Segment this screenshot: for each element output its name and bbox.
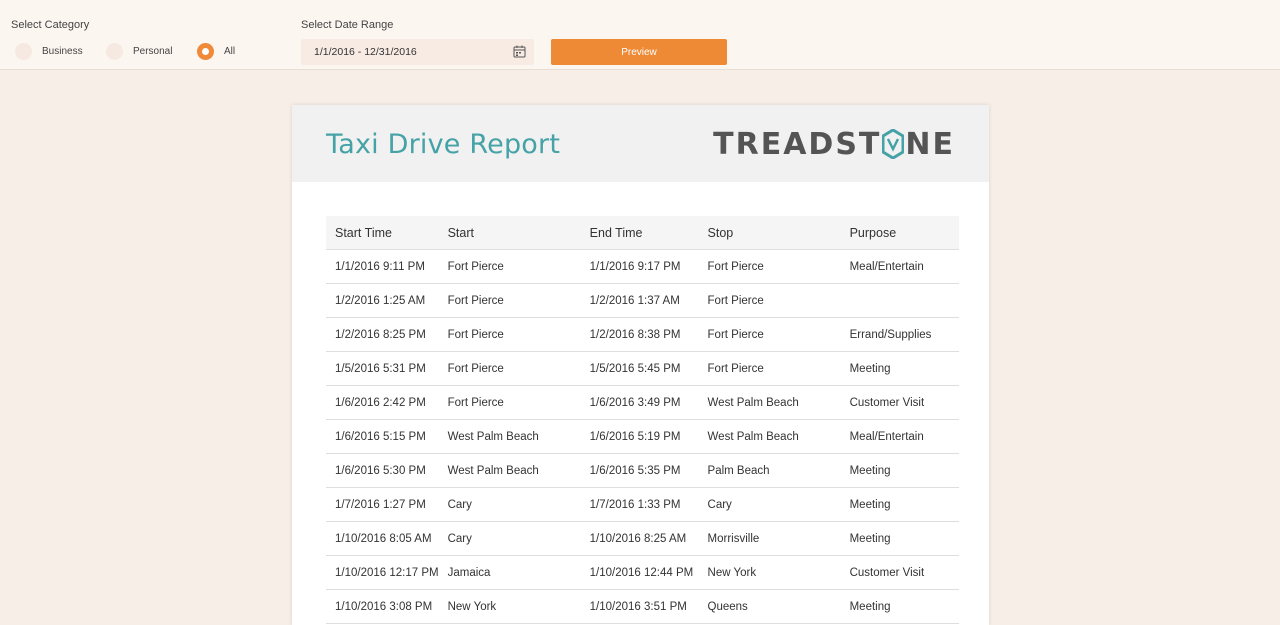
table-cell: 1/6/2016 5:19 PM xyxy=(580,419,699,454)
column-header: Purpose xyxy=(840,216,959,250)
preview-button[interactable]: Preview xyxy=(551,39,727,65)
calendar-icon[interactable] xyxy=(513,45,526,58)
table-cell: Meeting xyxy=(840,487,959,522)
table-body: 1/1/2016 9:11 PM Fort Pierce 1/1/2016 9:17… xyxy=(326,249,959,624)
table-cell: Meal/Entertain xyxy=(840,249,959,284)
table-cell: 1/6/2016 5:30 PM xyxy=(326,453,439,488)
table-cell: 1/2/2016 8:25 PM xyxy=(326,317,439,352)
table-cell: Palm Beach xyxy=(698,453,841,488)
table-cell: Fort Pierce xyxy=(698,351,841,386)
column-header: Start xyxy=(438,216,581,250)
table-cell: Customer Visit xyxy=(840,555,959,590)
table-cell: Fort Pierce xyxy=(698,283,841,318)
table-cell: Fort Pierce xyxy=(698,249,841,284)
table-cell xyxy=(840,283,959,318)
filter-toolbar: Select Category Business Personal All Se… xyxy=(0,0,1280,70)
date-range-input[interactable]: 1/1/2016 - 12/31/2016 xyxy=(301,39,534,65)
table-cell: 1/10/2016 8:05 AM xyxy=(326,521,439,556)
table-cell: Errand/Supplies xyxy=(840,317,959,352)
table-cell: Meeting xyxy=(840,589,959,624)
table-cell: New York xyxy=(438,589,581,624)
table-cell: Cary xyxy=(698,487,841,522)
table-cell: Fort Pierce xyxy=(698,317,841,352)
table-cell: Customer Visit xyxy=(840,385,959,420)
trip-table: Start Time Start End Time Stop Purpose 1… xyxy=(326,216,959,624)
table-row: 1/10/2016 12:17 PM Jamaica 1/10/2016 12:44… xyxy=(326,555,959,590)
table-cell: Morrisville xyxy=(698,521,841,556)
table-cell: 1/5/2016 5:45 PM xyxy=(580,351,699,386)
radio-business-label: Business xyxy=(42,46,83,57)
table-row: 1/6/2016 5:30 PM West Palm Beach 1/6/2016 … xyxy=(326,453,959,488)
table-cell: 1/10/2016 3:51 PM xyxy=(580,589,699,624)
table-cell: 1/6/2016 3:49 PM xyxy=(580,385,699,420)
table-cell: Jamaica xyxy=(438,555,581,590)
table-cell: West Palm Beach xyxy=(438,419,581,454)
radio-circle-icon[interactable] xyxy=(106,43,123,60)
table-row: 1/6/2016 2:42 PM Fort Pierce 1/6/2016 3:49… xyxy=(326,385,959,420)
radio-all-label: All xyxy=(224,46,236,57)
radio-all[interactable]: All xyxy=(197,43,235,60)
table-row: 1/6/2016 5:15 PM West Palm Beach 1/6/2016 … xyxy=(326,419,959,454)
table-row: 1/5/2016 5:31 PM Fort Pierce 1/5/2016 5:45… xyxy=(326,351,959,386)
table-cell: West Palm Beach xyxy=(698,419,841,454)
table-row: 1/10/2016 8:05 AM Cary 1/10/2016 8:25 AM Mo… xyxy=(326,521,959,556)
column-header: Start Time xyxy=(326,216,439,250)
table-cell: 1/2/2016 8:38 PM xyxy=(580,317,699,352)
table-cell: Meal/Entertain xyxy=(840,419,959,454)
table-cell: 1/2/2016 1:25 AM xyxy=(326,283,439,318)
logo-shield-icon xyxy=(882,129,905,159)
logo-text-right: NE xyxy=(905,126,955,162)
table-row: 1/7/2016 1:27 PM Cary 1/7/2016 1:33 PM Cary… xyxy=(326,487,959,522)
table-cell: Cary xyxy=(438,521,581,556)
table-cell: Fort Pierce xyxy=(438,385,581,420)
radio-circle-icon[interactable] xyxy=(15,43,32,60)
table-cell: 1/5/2016 5:31 PM xyxy=(326,351,439,386)
report-page: Taxi Drive Report TREADST NE Start Time … xyxy=(292,105,989,625)
table-row: 1/10/2016 3:08 PM New York 1/10/2016 3:51 … xyxy=(326,589,959,624)
radio-personal-label: Personal xyxy=(133,46,173,57)
table-cell: 1/6/2016 2:42 PM xyxy=(326,385,439,420)
date-range-label: Select Date Range xyxy=(301,19,394,31)
logo-text-left: TREADST xyxy=(713,126,882,162)
report-title: Taxi Drive Report xyxy=(326,129,561,160)
table-cell: 1/2/2016 1:37 AM xyxy=(580,283,699,318)
column-header: Stop xyxy=(698,216,841,250)
table-header-row: Start Time Start End Time Stop Purpose xyxy=(326,216,959,250)
table-cell: Fort Pierce xyxy=(438,283,581,318)
category-label: Select Category xyxy=(11,19,90,31)
table-cell: 1/10/2016 8:25 AM xyxy=(580,521,699,556)
radio-personal[interactable]: Personal xyxy=(106,43,172,60)
table-cell: West Palm Beach xyxy=(438,453,581,488)
date-range-value: 1/1/2016 - 12/31/2016 xyxy=(314,46,417,58)
table-cell: 1/10/2016 12:44 PM xyxy=(580,555,699,590)
radio-business[interactable]: Business xyxy=(15,43,83,60)
table-row: 1/2/2016 1:25 AM Fort Pierce 1/2/2016 1:37… xyxy=(326,283,959,318)
table-cell: West Palm Beach xyxy=(698,385,841,420)
table-cell: Fort Pierce xyxy=(438,351,581,386)
table-cell: Fort Pierce xyxy=(438,249,581,284)
report-header: Taxi Drive Report TREADST NE xyxy=(292,105,989,182)
table-cell: Cary xyxy=(438,487,581,522)
table-cell: 1/7/2016 1:33 PM xyxy=(580,487,699,522)
table-cell: 1/6/2016 5:15 PM xyxy=(326,419,439,454)
table-cell: Meeting xyxy=(840,351,959,386)
table-cell: New York xyxy=(698,555,841,590)
table-cell: 1/7/2016 1:27 PM xyxy=(326,487,439,522)
table-cell: Meeting xyxy=(840,453,959,488)
table-cell: Queens xyxy=(698,589,841,624)
table-cell: 1/10/2016 3:08 PM xyxy=(326,589,439,624)
column-header: End Time xyxy=(580,216,699,250)
table-cell: 1/1/2016 9:17 PM xyxy=(580,249,699,284)
table-cell: Fort Pierce xyxy=(438,317,581,352)
table-cell: Meeting xyxy=(840,521,959,556)
table-cell: 1/10/2016 12:17 PM xyxy=(326,555,439,590)
table-cell: 1/1/2016 9:11 PM xyxy=(326,249,439,284)
table-row: 1/2/2016 8:25 PM Fort Pierce 1/2/2016 8:38… xyxy=(326,317,959,352)
table-cell: 1/6/2016 5:35 PM xyxy=(580,453,699,488)
treadstone-logo: TREADST NE xyxy=(713,126,955,162)
table-row: 1/1/2016 9:11 PM Fort Pierce 1/1/2016 9:17… xyxy=(326,249,959,284)
radio-selected-icon[interactable] xyxy=(197,43,214,60)
